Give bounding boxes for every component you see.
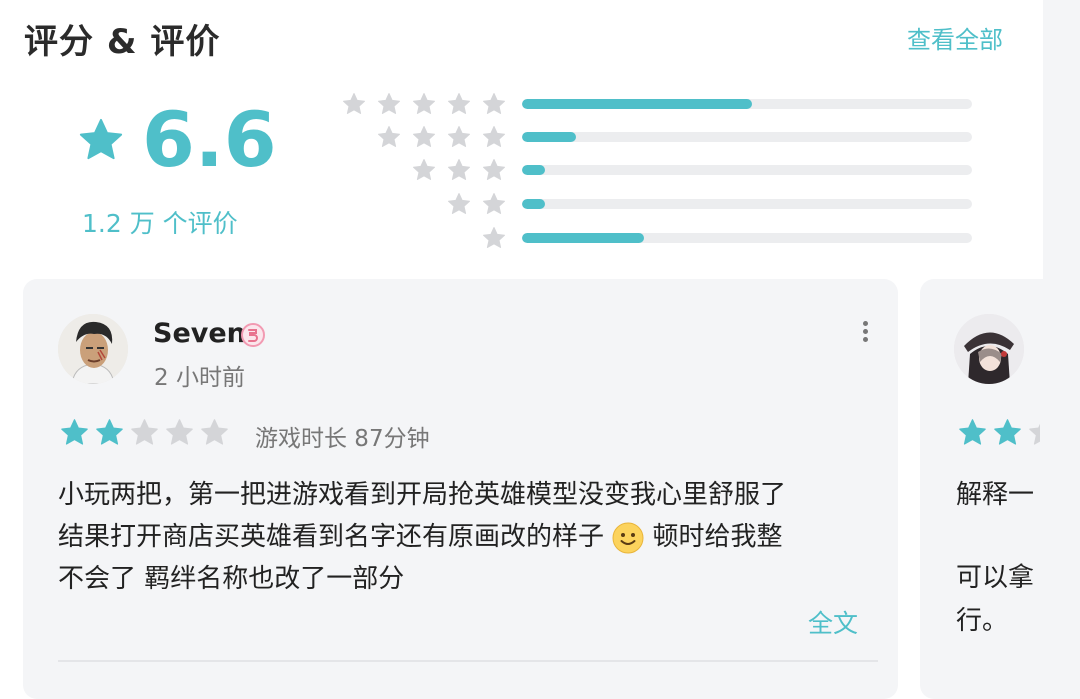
star-icon xyxy=(131,419,158,445)
star-icon xyxy=(378,93,400,114)
rating-bar-1 xyxy=(522,233,972,243)
rating-bar-fill xyxy=(522,199,545,209)
review-text-line: 结果打开商店买英雄看到名字还有原画改的样子 顿时给我整 xyxy=(58,516,878,558)
rating-bar-4 xyxy=(522,132,972,142)
rating-bar-2 xyxy=(522,199,972,209)
star-icon xyxy=(61,419,88,445)
star-icon xyxy=(79,118,123,160)
rating-bar-5 xyxy=(522,99,972,109)
review-text-line: 不会了 羁绊名称也改了一部分 xyxy=(58,564,405,594)
star-icon xyxy=(378,126,400,147)
star-icon xyxy=(413,126,435,147)
rating-bar-fill xyxy=(522,99,752,109)
star-icon xyxy=(413,93,435,114)
review-text-line: 可以拿 xyxy=(956,563,1035,593)
star-icon xyxy=(166,419,193,445)
more-options-icon[interactable] xyxy=(852,318,878,348)
star-icon xyxy=(448,126,470,147)
average-score: 6.6 xyxy=(142,95,277,184)
star-icon xyxy=(448,93,470,114)
star-icon xyxy=(483,159,505,180)
review-text-segment: 结果打开商店买英雄看到名字还有原画改的样子 xyxy=(58,522,605,552)
score-summary: 6.6 xyxy=(78,100,277,180)
right-edge-background xyxy=(1043,0,1080,280)
star-icon xyxy=(201,419,228,445)
review-count: 1.2 万 个评价 xyxy=(82,209,238,238)
review-time: 2 小时前 xyxy=(154,365,245,391)
rating-bar-fill xyxy=(522,165,545,175)
rating-bar-3 xyxy=(522,165,972,175)
review-text: 小玩两把，第一把进游戏看到开局抢英雄模型没变我心里舒服了 结果打开商店买英雄看到… xyxy=(58,474,878,600)
smiley-emoji-icon xyxy=(612,522,644,553)
playtime: 游戏时长 87分钟 xyxy=(255,426,430,452)
rating-bar-fill xyxy=(522,233,644,243)
avatar[interactable] xyxy=(58,314,128,384)
avatar-icon xyxy=(954,314,1024,384)
star-icon xyxy=(448,193,470,214)
review-rating xyxy=(958,418,1040,447)
star-icon xyxy=(1029,423,1040,445)
review-text-line: 小玩两把，第一把进游戏看到开局抢英雄模型没变我心里舒服了 xyxy=(58,480,787,510)
username[interactable]: Seven xyxy=(153,318,246,349)
star-icon xyxy=(483,193,505,214)
rating-bar-fill xyxy=(522,132,576,142)
star-icon xyxy=(483,227,505,248)
read-full-link[interactable]: 全文 xyxy=(808,604,858,640)
star-icon xyxy=(959,419,986,445)
avatar[interactable] xyxy=(954,314,1024,384)
star-icon xyxy=(483,93,505,114)
star-icon xyxy=(96,419,123,445)
star-icon xyxy=(483,126,505,147)
section-title: 评分 & 评价 xyxy=(24,22,221,62)
review-text-segment: 顿时给我整 xyxy=(652,522,783,552)
review-text-line: 解释一 xyxy=(956,480,1035,510)
review-text-line: 行。 xyxy=(956,606,1009,636)
level-badge-icon xyxy=(241,323,265,347)
review-rating xyxy=(60,418,229,447)
star-icon xyxy=(413,159,435,180)
star-icon xyxy=(343,93,365,114)
view-all-link[interactable]: 查看全部 xyxy=(907,20,1003,55)
avatar-icon xyxy=(58,314,128,384)
star-icon xyxy=(994,419,1021,445)
divider xyxy=(58,660,878,662)
star-icon xyxy=(448,159,470,180)
